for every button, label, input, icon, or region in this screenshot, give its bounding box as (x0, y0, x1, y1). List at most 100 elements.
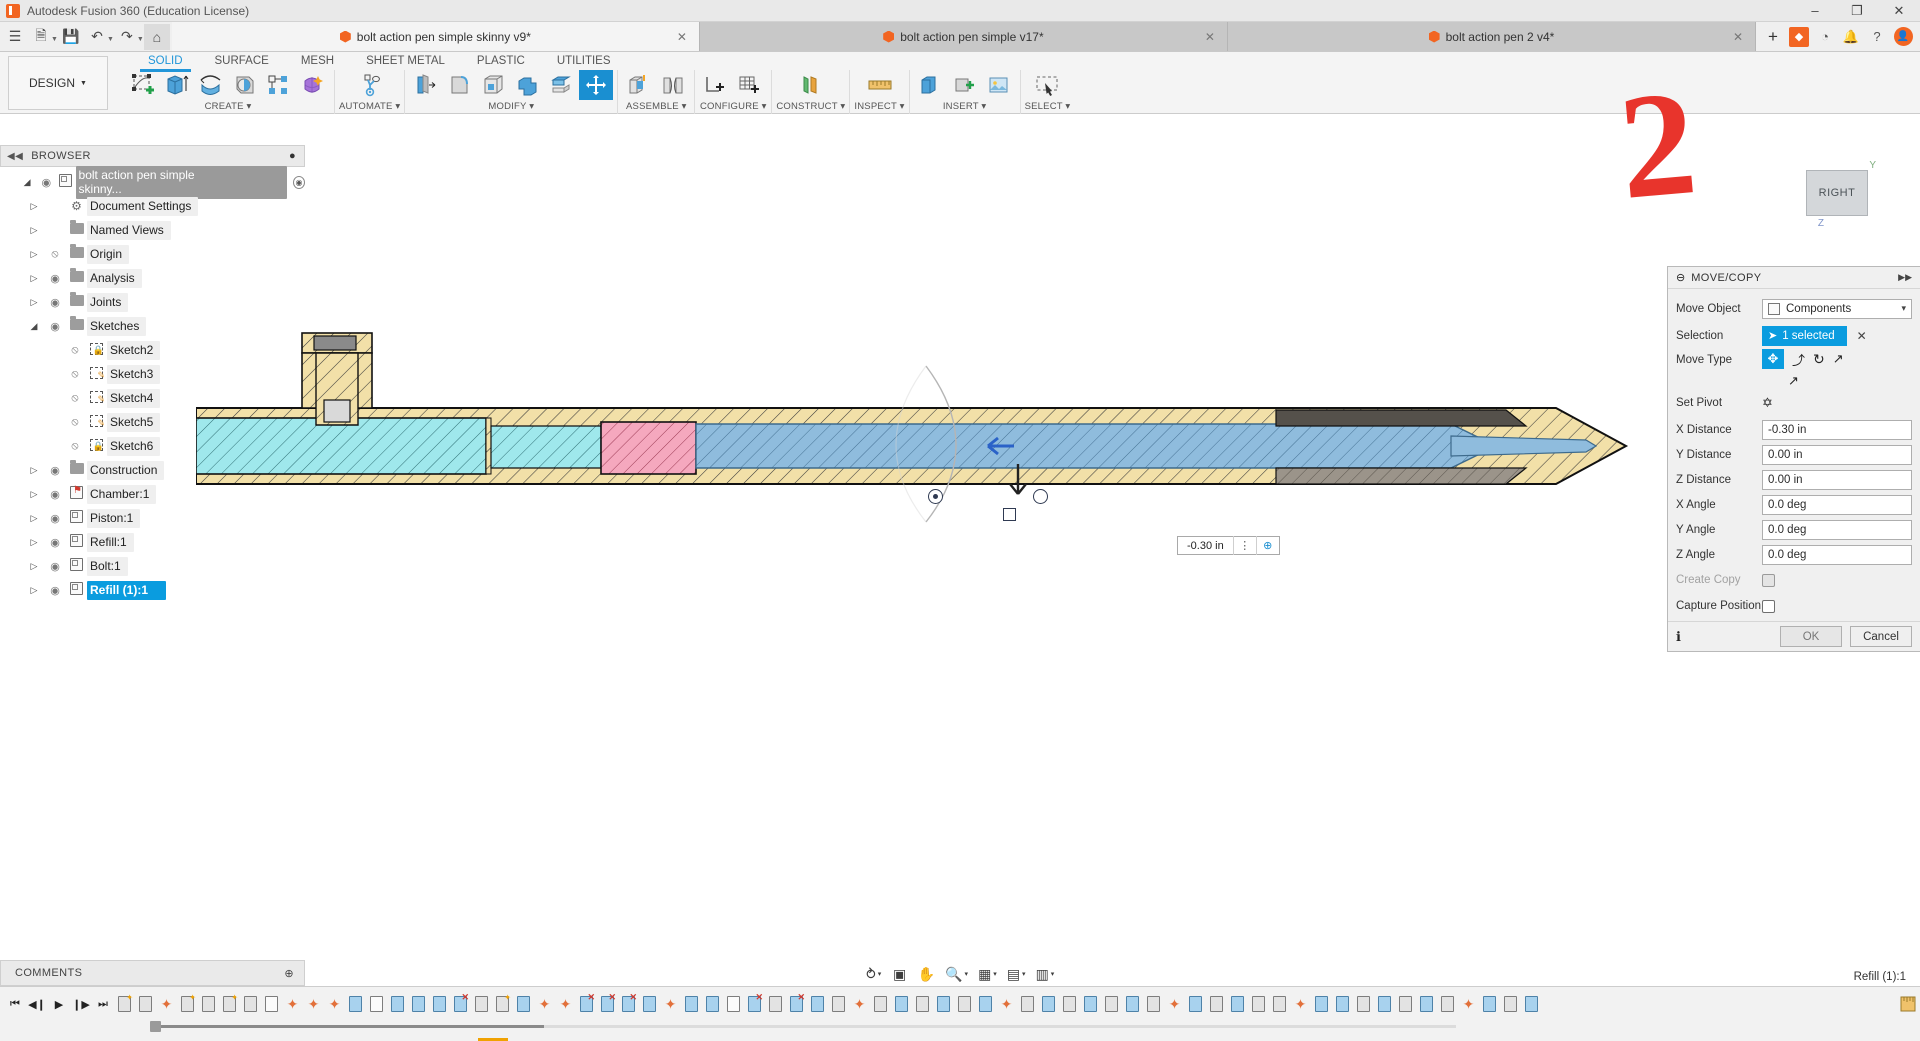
manipulator-origin-handle[interactable] (928, 489, 943, 504)
y-distance-input[interactable]: 0.00 in (1762, 445, 1912, 465)
timeline-feature[interactable] (1374, 991, 1395, 1017)
browser-item-refill[interactable]: ▷ ◉ Refill:1 (0, 530, 305, 554)
timeline-feature[interactable]: ✦ (1290, 991, 1311, 1017)
fillet-icon[interactable] (443, 70, 477, 100)
timeline-feature[interactable] (828, 991, 849, 1017)
timeline-feature[interactable] (471, 991, 492, 1017)
timeline-feature[interactable] (1311, 991, 1332, 1017)
timeline-feature[interactable] (387, 991, 408, 1017)
sweep-icon[interactable] (228, 70, 262, 100)
panel-label[interactable]: CREATE ▾ (205, 101, 252, 112)
browser-item-refill-1[interactable]: ▷ ◉ Refill (1):1 (0, 578, 305, 602)
timeline-feature[interactable] (1332, 991, 1353, 1017)
visibility-icon[interactable]: ◉ (36, 176, 56, 189)
insert-derive-icon[interactable] (914, 70, 948, 100)
timeline-feature[interactable]: ✦ (156, 991, 177, 1017)
move-copy-icon[interactable] (579, 70, 613, 100)
timeline-step-forward-button[interactable]: ❙▶ (70, 989, 92, 1019)
timeline-feature[interactable] (912, 991, 933, 1017)
timeline-feature[interactable] (1080, 991, 1101, 1017)
tab-close-icon[interactable]: ✕ (1205, 30, 1215, 44)
tab-solid[interactable]: SOLID (132, 52, 199, 70)
panel-label[interactable]: INSERT ▾ (943, 101, 987, 112)
panel-label[interactable]: SELECT ▾ (1025, 101, 1071, 112)
x-angle-input[interactable]: 0.0 deg (1762, 495, 1912, 515)
timeline-feature[interactable]: ✕ (744, 991, 765, 1017)
timeline-go-start-button[interactable]: ⏮ (4, 989, 26, 1019)
visibility-icon[interactable]: ◉ (44, 584, 66, 597)
timeline-feature[interactable] (1143, 991, 1164, 1017)
timeline-feature[interactable]: ✦ (660, 991, 681, 1017)
form-icon[interactable] (296, 70, 330, 100)
timeline-feature[interactable]: ✦ (282, 991, 303, 1017)
dimension-value[interactable]: -0.30 in (1178, 540, 1233, 552)
timeline-feature[interactable]: ✦ (303, 991, 324, 1017)
undo-caret-icon[interactable]: ▼ (107, 36, 114, 43)
visibility-icon[interactable]: ◉ (44, 536, 66, 549)
pattern-icon[interactable] (262, 70, 296, 100)
clear-selection-icon[interactable]: ✕ (1857, 329, 1867, 343)
info-icon[interactable]: ℹ (1676, 629, 1681, 645)
timeline-feature[interactable]: ✦ (534, 991, 555, 1017)
timeline-feature[interactable] (975, 991, 996, 1017)
notifications-icon[interactable]: 🔔 (1838, 24, 1864, 50)
grid-snaps-icon[interactable]: ▤▾ (1004, 963, 1029, 985)
timeline-feature[interactable] (933, 991, 954, 1017)
press-pull-icon[interactable] (409, 70, 443, 100)
timeline-feature[interactable] (1059, 991, 1080, 1017)
panel-label[interactable]: INSPECT ▾ (854, 101, 904, 112)
timeline-feature[interactable] (1038, 991, 1059, 1017)
visibility-off-icon[interactable]: ⦸ (64, 344, 86, 357)
timeline-feature[interactable] (681, 991, 702, 1017)
timeline-feature[interactable]: ✦ (555, 991, 576, 1017)
tab-plastic[interactable]: PLASTIC (461, 52, 541, 70)
add-comment-icon[interactable]: ⊕ (284, 967, 294, 980)
timeline-feature[interactable] (702, 991, 723, 1017)
timeline-feature[interactable] (891, 991, 912, 1017)
visibility-off-icon[interactable]: ⦸ (64, 392, 86, 405)
automate-icon[interactable] (353, 70, 387, 100)
expander-icon[interactable]: ▷ (24, 249, 44, 260)
view-cube[interactable]: RIGHT (1806, 170, 1868, 216)
tab-close-icon[interactable]: ✕ (677, 30, 687, 44)
timeline-feature[interactable] (765, 991, 786, 1017)
tab-close-icon[interactable]: ✕ (1733, 30, 1743, 44)
timeline-feature[interactable] (1500, 991, 1521, 1017)
visibility-off-icon[interactable]: ⦸ (44, 248, 66, 261)
visibility-icon[interactable]: ◉ (44, 464, 66, 477)
timeline-feature[interactable] (1227, 991, 1248, 1017)
viewports-icon[interactable]: ▥▾ (1033, 963, 1058, 985)
display-settings-icon[interactable]: ▦▾ (975, 963, 1000, 985)
timeline-measure-icon[interactable] (1896, 989, 1920, 1019)
timeline-feature[interactable] (1353, 991, 1374, 1017)
timeline-feature[interactable]: ✕ (597, 991, 618, 1017)
visibility-off-icon[interactable]: ⦸ (64, 416, 86, 429)
pen-cross-section-model[interactable] (196, 250, 1636, 550)
timeline-play-button[interactable]: ▶ (48, 989, 70, 1019)
extension-icon[interactable]: ◆ (1789, 27, 1809, 47)
configuration-icon[interactable] (699, 70, 733, 100)
home-icon[interactable]: ⌂ (144, 24, 170, 50)
timeline-feature[interactable] (345, 991, 366, 1017)
browser-item-sketch4[interactable]: ⦸ ✎ Sketch4 (0, 386, 305, 410)
z-distance-input[interactable]: 0.00 in (1762, 470, 1912, 490)
tab-doc-3[interactable]: bolt action pen 2 v4* ✕ (1228, 22, 1756, 51)
timeline-feature[interactable] (261, 991, 282, 1017)
new-component-icon[interactable] (622, 70, 656, 100)
expander-icon[interactable]: ▷ (24, 561, 44, 572)
save-icon[interactable]: 💾 (58, 24, 84, 50)
timeline-feature[interactable] (240, 991, 261, 1017)
root-status-icon[interactable]: ◉ (293, 176, 305, 189)
expander-icon[interactable]: ▷ (24, 489, 44, 500)
dimension-lock-icon[interactable]: ⊕ (1257, 539, 1279, 552)
expander-icon[interactable]: ◢ (18, 177, 36, 188)
shell-icon[interactable] (477, 70, 511, 100)
timeline-feature[interactable] (1206, 991, 1227, 1017)
timeline-feature[interactable]: ✦ (1458, 991, 1479, 1017)
timeline-feature[interactable]: ✦ (114, 991, 135, 1017)
timeline-feature[interactable] (1437, 991, 1458, 1017)
browser-item-sketches[interactable]: ◢ ◉ Sketches (0, 314, 305, 338)
expander-icon[interactable]: ▷ (24, 201, 44, 212)
timeline-feature[interactable]: ✕ (576, 991, 597, 1017)
expander-icon[interactable]: ▷ (24, 585, 44, 596)
